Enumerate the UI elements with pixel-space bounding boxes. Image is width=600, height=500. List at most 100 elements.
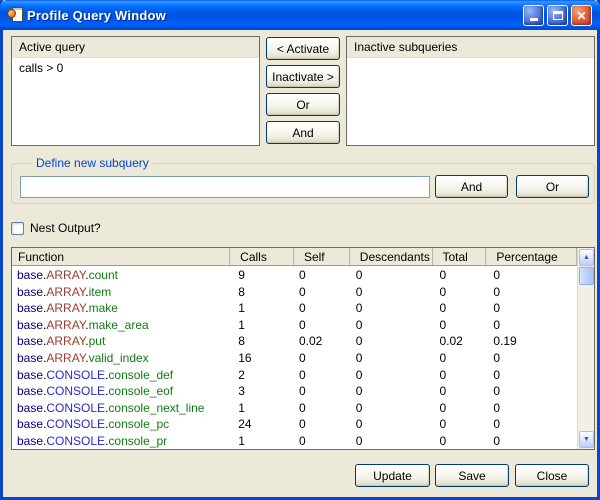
define-subquery-label: Define new subquery bbox=[32, 156, 153, 170]
function-cell: base.ARRAY.valid_index bbox=[12, 350, 230, 367]
value-cell: 1 bbox=[230, 300, 294, 317]
orange-ball-icon bbox=[7, 9, 16, 18]
subquery-and-button[interactable]: And bbox=[435, 175, 508, 198]
table-row[interactable]: base.ARRAY.valid_index160000 bbox=[12, 350, 577, 367]
active-query-panel: Active query calls > 0 bbox=[11, 36, 260, 146]
function-cell: base.CONSOLE.console_pc bbox=[12, 416, 230, 433]
table-row[interactable]: base.CONSOLE.console_def20000 bbox=[12, 367, 577, 384]
column-header-self[interactable]: Self bbox=[294, 248, 350, 265]
value-cell: 0 bbox=[486, 433, 577, 449]
value-cell: 0 bbox=[486, 300, 577, 317]
value-cell: 0 bbox=[350, 400, 433, 417]
value-cell: 1 bbox=[230, 400, 294, 417]
column-header-descendants[interactable]: Descendants bbox=[350, 248, 433, 265]
table-row[interactable]: base.CONSOLE.console_eof30000 bbox=[12, 383, 577, 400]
update-button[interactable]: Update bbox=[355, 464, 430, 487]
active-query-list[interactable]: calls > 0 bbox=[12, 58, 259, 78]
and-button[interactable]: And bbox=[266, 121, 340, 144]
inactivate-button[interactable]: Inactivate > bbox=[266, 65, 340, 88]
app-icon bbox=[7, 7, 23, 23]
results-table: Function Calls Self Descendants Total Pe… bbox=[11, 247, 595, 450]
subquery-input[interactable] bbox=[20, 176, 430, 198]
value-cell: 0 bbox=[350, 317, 433, 334]
column-header-function[interactable]: Function bbox=[12, 248, 230, 265]
table-row[interactable]: base.ARRAY.count90000 bbox=[12, 267, 577, 284]
titlebar[interactable]: Profile Query Window ✕ bbox=[0, 0, 600, 30]
table-row[interactable]: base.CONSOLE.console_pr10000 bbox=[12, 433, 577, 449]
active-query-item[interactable]: calls > 0 bbox=[12, 58, 259, 78]
scroll-thumb[interactable] bbox=[579, 267, 594, 285]
value-cell: 0 bbox=[350, 284, 433, 301]
value-cell: 0 bbox=[432, 400, 486, 417]
value-cell: 3 bbox=[230, 383, 294, 400]
value-cell: 0 bbox=[432, 367, 486, 384]
value-cell: 0 bbox=[432, 284, 486, 301]
function-cell: base.ARRAY.count bbox=[12, 267, 230, 284]
close-window-button[interactable]: ✕ bbox=[571, 5, 592, 26]
value-cell: 0 bbox=[486, 367, 577, 384]
inactive-subqueries-header: Inactive subqueries bbox=[347, 37, 594, 58]
value-cell: 0 bbox=[294, 267, 350, 284]
subquery-or-button[interactable]: Or bbox=[516, 175, 589, 198]
function-cell: base.CONSOLE.console_pr bbox=[12, 433, 230, 449]
scroll-down-icon: ▼ bbox=[583, 436, 590, 443]
minimize-icon bbox=[530, 18, 538, 21]
value-cell: 0 bbox=[294, 284, 350, 301]
maximize-icon bbox=[553, 11, 563, 20]
value-cell: 0 bbox=[294, 383, 350, 400]
value-cell: 0.19 bbox=[486, 333, 577, 350]
value-cell: 16 bbox=[230, 350, 294, 367]
value-cell: 0 bbox=[294, 416, 350, 433]
table-row[interactable]: base.ARRAY.item80000 bbox=[12, 284, 577, 301]
value-cell: 0 bbox=[294, 300, 350, 317]
value-cell: 1 bbox=[230, 317, 294, 334]
minimize-button[interactable] bbox=[523, 5, 544, 26]
function-cell: base.ARRAY.put bbox=[12, 333, 230, 350]
value-cell: 0 bbox=[432, 433, 486, 449]
value-cell: 0 bbox=[294, 350, 350, 367]
value-cell: 0.02 bbox=[432, 333, 486, 350]
value-cell: 24 bbox=[230, 416, 294, 433]
column-header-calls[interactable]: Calls bbox=[230, 248, 294, 265]
value-cell: 0 bbox=[432, 300, 486, 317]
close-icon: ✕ bbox=[576, 10, 586, 22]
value-cell: 0 bbox=[350, 367, 433, 384]
scroll-down-button[interactable]: ▼ bbox=[579, 431, 594, 448]
or-button[interactable]: Or bbox=[266, 93, 340, 116]
nest-output-checkbox[interactable] bbox=[11, 222, 24, 235]
window: Profile Query Window ✕ Active query call… bbox=[0, 0, 600, 500]
maximize-button[interactable] bbox=[547, 5, 568, 26]
column-header-total[interactable]: Total bbox=[433, 248, 487, 265]
function-cell: base.CONSOLE.console_next_line bbox=[12, 400, 230, 417]
value-cell: 0 bbox=[432, 416, 486, 433]
scroll-up-button[interactable]: ▲ bbox=[579, 249, 594, 266]
value-cell: 0 bbox=[486, 350, 577, 367]
value-cell: 0 bbox=[432, 383, 486, 400]
value-cell: 0 bbox=[350, 300, 433, 317]
value-cell: 0 bbox=[486, 416, 577, 433]
value-cell: 0 bbox=[486, 284, 577, 301]
nest-output-label: Nest Output? bbox=[30, 221, 101, 235]
close-button[interactable]: Close bbox=[515, 464, 589, 487]
table-row[interactable]: base.ARRAY.make_area10000 bbox=[12, 317, 577, 334]
save-button[interactable]: Save bbox=[435, 464, 509, 487]
function-cell: base.CONSOLE.console_def bbox=[12, 367, 230, 384]
scroll-up-icon: ▲ bbox=[583, 254, 590, 261]
activate-button[interactable]: < Activate bbox=[266, 37, 340, 60]
value-cell: 0 bbox=[350, 433, 433, 449]
value-cell: 0 bbox=[350, 333, 433, 350]
value-cell: 0 bbox=[294, 367, 350, 384]
value-cell: 0 bbox=[432, 267, 486, 284]
value-cell: 0 bbox=[350, 350, 433, 367]
table-row[interactable]: base.ARRAY.make10000 bbox=[12, 300, 577, 317]
column-header-percentage[interactable]: Percentage bbox=[486, 248, 577, 265]
inactive-subqueries-panel: Inactive subqueries bbox=[346, 36, 595, 146]
function-cell: base.ARRAY.make_area bbox=[12, 317, 230, 334]
table-row[interactable]: base.CONSOLE.console_pc240000 bbox=[12, 416, 577, 433]
table-row[interactable]: base.ARRAY.put80.0200.020.19 bbox=[12, 333, 577, 350]
table-scrollbar[interactable]: ▲ ▼ bbox=[577, 248, 594, 449]
function-cell: base.CONSOLE.console_eof bbox=[12, 383, 230, 400]
function-cell: base.ARRAY.make bbox=[12, 300, 230, 317]
table-row[interactable]: base.CONSOLE.console_next_line10000 bbox=[12, 400, 577, 417]
table-body[interactable]: base.ARRAY.count90000base.ARRAY.item8000… bbox=[12, 267, 577, 449]
